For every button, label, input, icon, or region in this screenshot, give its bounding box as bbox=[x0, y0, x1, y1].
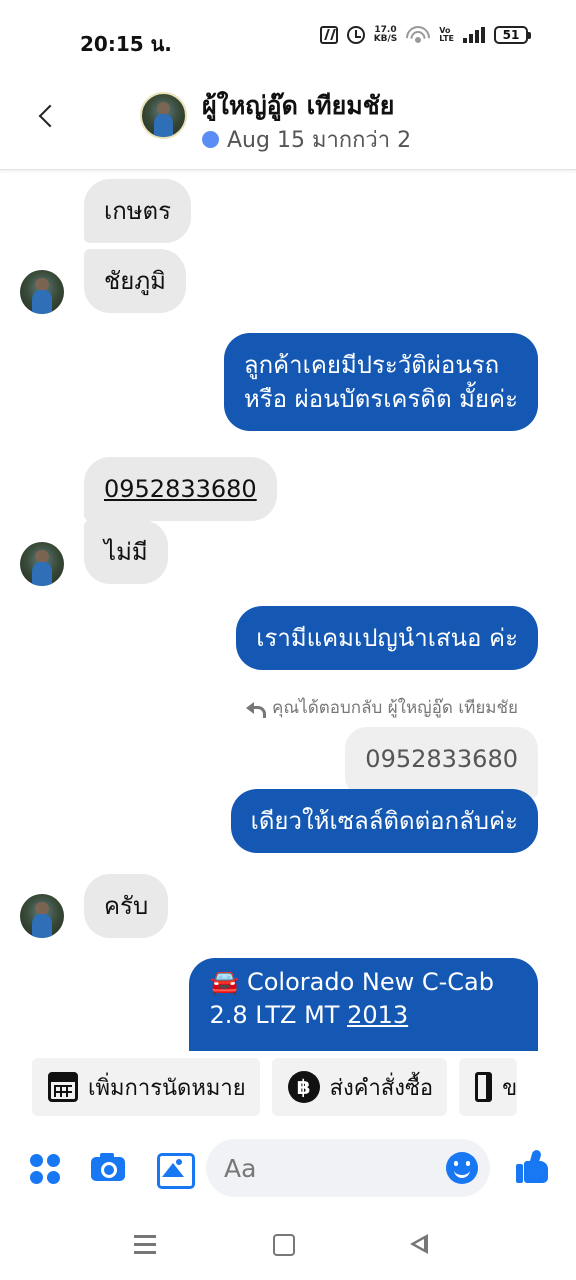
message-text: ชัยภูมิ bbox=[104, 267, 166, 295]
message-input[interactable] bbox=[224, 1149, 434, 1187]
message-bubble-incoming[interactable]: ครับ bbox=[84, 874, 169, 938]
volte-icon: Vo LTE bbox=[439, 27, 454, 43]
chip-label: ส่งคำสั่งซื้อ bbox=[329, 1075, 434, 1101]
message-text: ครับ bbox=[104, 892, 149, 920]
chip-send-order[interactable]: ฿ ส่งคำสั่งซื้อ bbox=[271, 1058, 448, 1116]
wifi-icon bbox=[406, 26, 431, 44]
map-icon bbox=[475, 1072, 493, 1102]
network-speed-unit: KB/S bbox=[373, 34, 398, 44]
sender-avatar[interactable] bbox=[20, 542, 64, 586]
sender-avatar[interactable] bbox=[20, 270, 64, 314]
battery-icon: 51 bbox=[494, 26, 531, 44]
message-bubble-incoming[interactable]: 0952833680 bbox=[84, 457, 277, 521]
reply-indicator: คุณได้ตอบกลับ ผู้ใหญ่อู๊ด เทียมชัย bbox=[246, 694, 518, 721]
message-bubble-outgoing[interactable]: 🚘 Colorado New C-Cab 2.8 LTZ MT 2013 bbox=[189, 958, 538, 1051]
conversation-header: ผู้ใหญ่อู๊ด เทียมชัย Aug 15 มากกว่า 2 bbox=[0, 78, 576, 170]
system-nav-bar bbox=[0, 1208, 576, 1280]
message-composer bbox=[0, 1128, 576, 1208]
status-bar: 20:15 น. 17.0 KB/S Vo LTE 51 bbox=[0, 0, 576, 78]
active-status-text: Aug 15 มากกว่า 2 bbox=[227, 128, 412, 153]
calendar-icon bbox=[48, 1072, 78, 1102]
recent-apps-icon[interactable] bbox=[132, 1232, 160, 1256]
phone-number-link[interactable]: 0952833680 bbox=[104, 475, 257, 503]
apps-icon[interactable] bbox=[27, 1148, 67, 1188]
baht-icon: ฿ bbox=[287, 1071, 320, 1103]
message-input-box[interactable] bbox=[206, 1139, 490, 1197]
image-icon[interactable] bbox=[154, 1148, 195, 1189]
chip-location[interactable]: ข bbox=[459, 1058, 518, 1116]
message-bubble-outgoing[interactable]: เดียวให้เซลล์ติดต่อกลับค่ะ bbox=[230, 789, 538, 853]
back-button[interactable] bbox=[34, 102, 58, 132]
status-time: 20:15 น. bbox=[80, 32, 172, 56]
network-speed: 17.0 KB/S bbox=[374, 26, 398, 44]
quoted-message[interactable]: 0952833680 bbox=[345, 727, 538, 798]
emoji-icon[interactable] bbox=[446, 1152, 478, 1184]
quoted-message-text: 0952833680 bbox=[365, 745, 518, 773]
signal-icon bbox=[463, 27, 485, 43]
message-text: ไม่มี bbox=[104, 538, 148, 566]
like-icon[interactable] bbox=[512, 1148, 552, 1188]
message-bubble-incoming[interactable]: เกษตร bbox=[84, 179, 192, 243]
reply-indicator-text: คุณได้ตอบกลับ ผู้ใหญ่อู๊ด เทียมชัย bbox=[272, 698, 518, 718]
contact-avatar[interactable] bbox=[140, 92, 187, 139]
message-bubble-incoming[interactable]: ไม่มี bbox=[84, 520, 168, 584]
chip-label: ข bbox=[502, 1075, 518, 1101]
message-text-line: 🚘 Colorado New C-Cab bbox=[209, 968, 494, 996]
nfc-icon bbox=[319, 26, 338, 44]
message-link[interactable]: 2013 bbox=[347, 1001, 408, 1029]
message-bubble-outgoing[interactable]: เรามีแคมเปญนำเสนอ ค่ะ bbox=[236, 606, 538, 670]
back-nav-icon[interactable] bbox=[406, 1232, 434, 1256]
suggestion-chips: เพิ่มการนัดหมาย ฿ ส่งคำสั่งซื้อ ข bbox=[32, 1058, 518, 1116]
active-status: Aug 15 มากกว่า 2 bbox=[202, 122, 411, 157]
message-list[interactable]: เกษตร ชัยภูมิ ลูกค้าเคยมีประวัติผ่อนรถ ห… bbox=[0, 171, 576, 1051]
chip-add-appointment[interactable]: เพิ่มการนัดหมาย bbox=[32, 1058, 260, 1116]
camera-icon[interactable] bbox=[89, 1148, 129, 1188]
status-icons: 17.0 KB/S Vo LTE 51 bbox=[319, 26, 531, 44]
message-text-line: หรือ ผ่อนบัตรเครดิต มั้ยค่ะ bbox=[243, 385, 518, 413]
home-icon[interactable] bbox=[270, 1232, 298, 1256]
alarm-icon bbox=[346, 26, 365, 44]
message-text: เดียวให้เซลล์ติดต่อกลับค่ะ bbox=[250, 807, 518, 835]
active-status-dot bbox=[202, 131, 219, 148]
contact-name[interactable]: ผู้ใหญ่อู๊ด เทียมชัย bbox=[202, 86, 394, 126]
message-text-line: 2.8 LTZ MT bbox=[209, 1001, 348, 1029]
message-bubble-incoming[interactable]: ชัยภูมิ bbox=[84, 249, 186, 313]
battery-level: 51 bbox=[502, 28, 520, 42]
message-text: เกษตร bbox=[104, 197, 172, 225]
volte-bottom: LTE bbox=[439, 34, 454, 43]
reply-icon bbox=[246, 701, 267, 718]
chip-label: เพิ่มการนัดหมาย bbox=[88, 1075, 246, 1101]
message-text: เรามีแคมเปญนำเสนอ ค่ะ bbox=[256, 624, 518, 652]
message-bubble-outgoing[interactable]: ลูกค้าเคยมีประวัติผ่อนรถ หรือ ผ่อนบัตรเค… bbox=[223, 333, 538, 431]
sender-avatar[interactable] bbox=[20, 894, 64, 938]
message-text-line: ลูกค้าเคยมีประวัติผ่อนรถ bbox=[243, 351, 500, 379]
